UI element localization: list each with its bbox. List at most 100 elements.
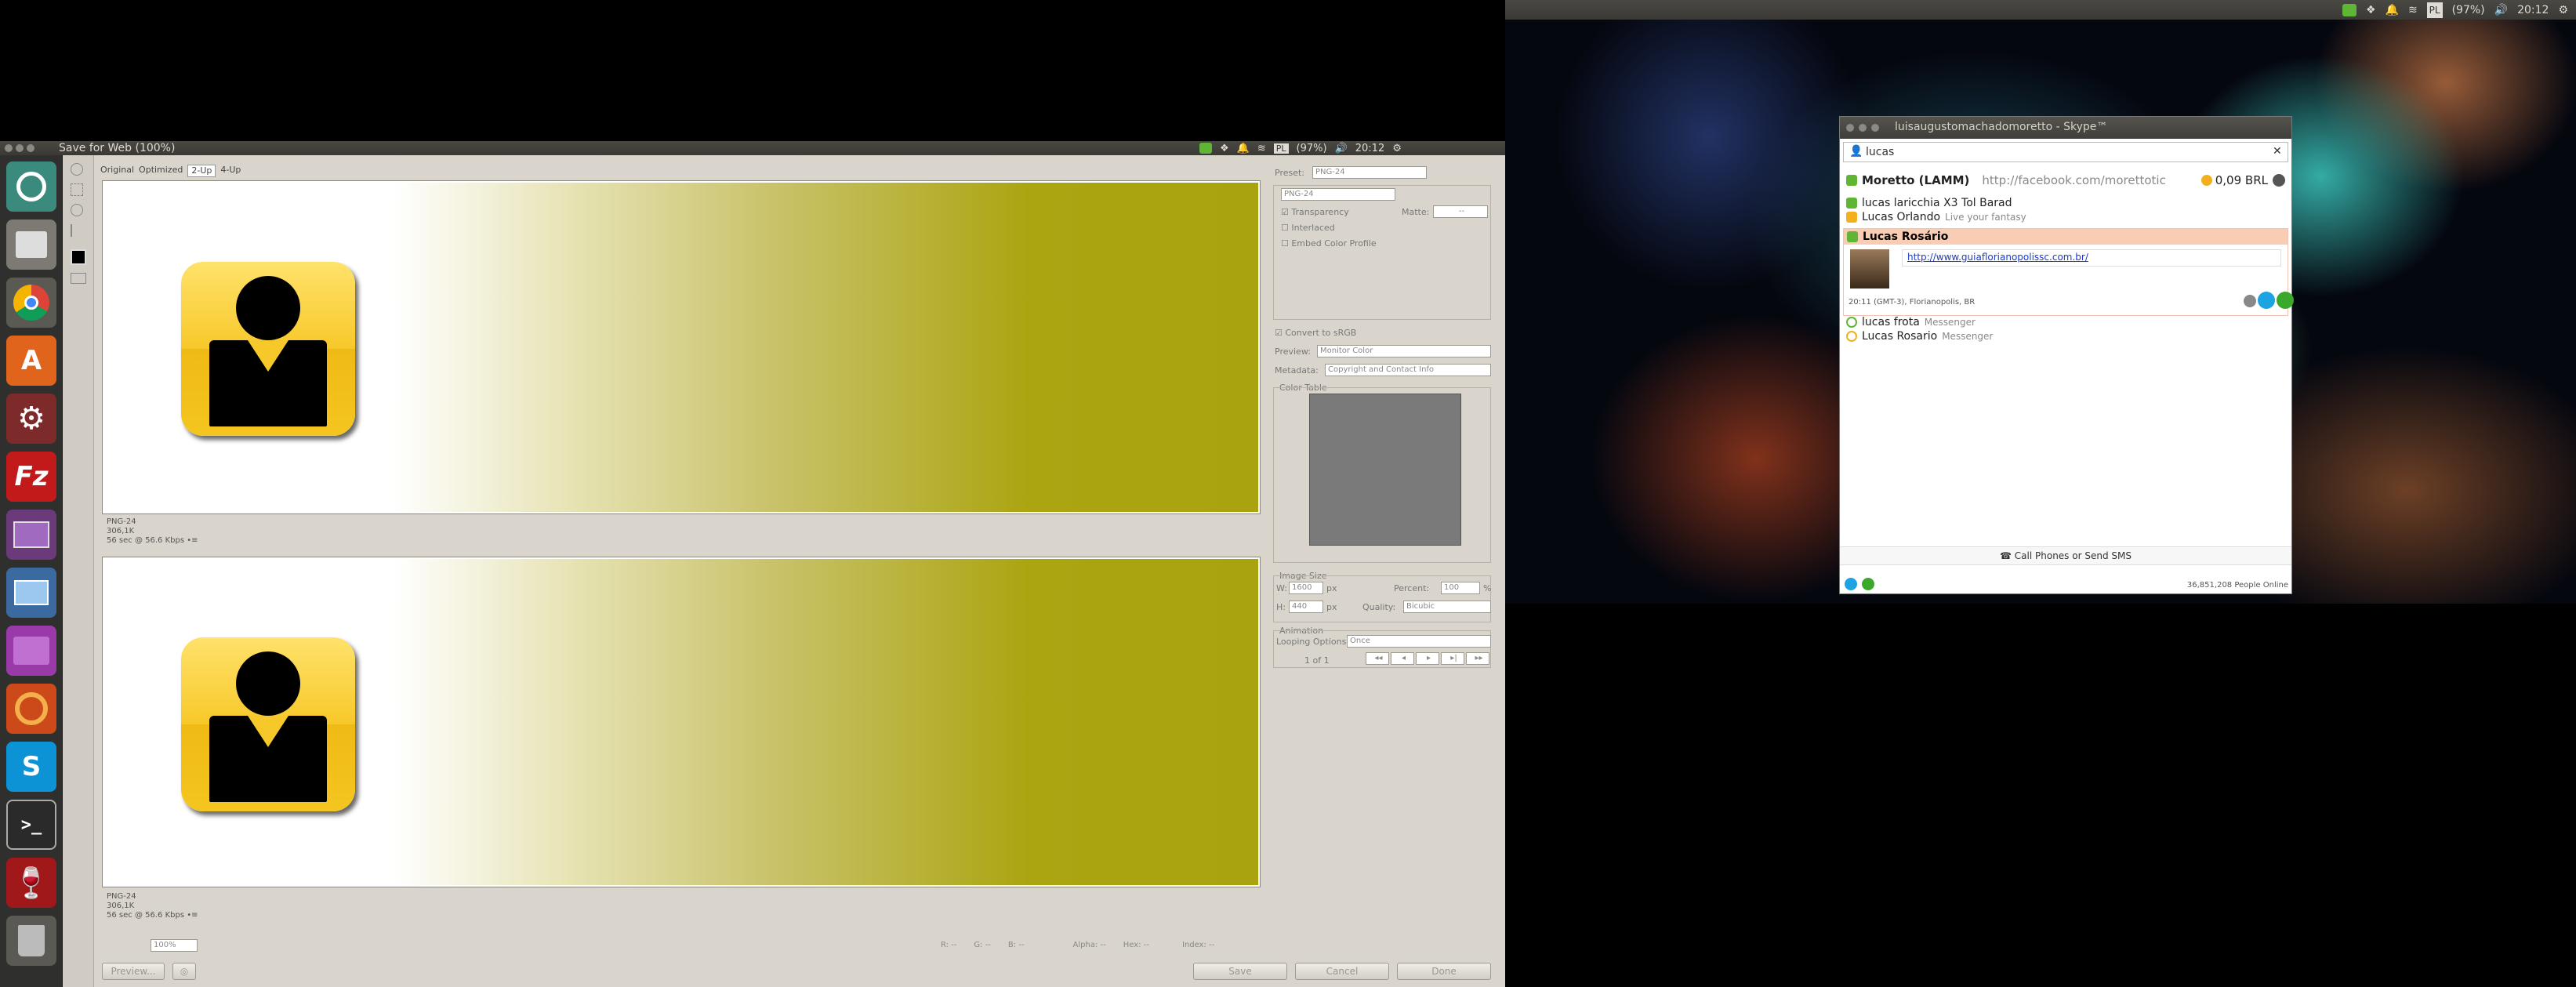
maximize-icon[interactable] — [27, 144, 34, 152]
save-button[interactable]: Save — [1193, 963, 1287, 980]
maximize-icon[interactable] — [1871, 124, 1879, 132]
tab-2up[interactable]: 2-Up — [187, 165, 216, 177]
slice-tool-icon[interactable] — [71, 183, 83, 196]
preview-optimized-pane[interactable] — [102, 557, 1261, 887]
play-icon[interactable]: ▸ — [1416, 652, 1439, 665]
window-titlebar[interactable]: Save for Web (100%) ❖ 🔔 ≋ PL (97%) 🔊 20:… — [0, 141, 1505, 155]
last-frame-icon[interactable]: ▸▸ — [1466, 652, 1489, 665]
matte-select[interactable]: -- — [1433, 205, 1488, 218]
eyedropper-color-swatch[interactable] — [71, 249, 86, 265]
metadata-select[interactable]: Copyright and Contact Info — [1325, 364, 1491, 376]
workspace-icon[interactable] — [6, 510, 56, 560]
prev-frame-icon[interactable]: ◂ — [1391, 652, 1414, 665]
wifi-icon[interactable]: ≋ — [2408, 2, 2418, 18]
looping-select[interactable]: Once — [1347, 635, 1491, 648]
percent-field[interactable]: 100 — [1441, 582, 1480, 594]
preview-button[interactable]: Preview... — [102, 963, 165, 980]
battery-indicator[interactable]: (97%) — [2452, 2, 2485, 18]
wine-icon[interactable]: 🍷 — [6, 858, 56, 908]
battery-indicator[interactable]: (97%) — [1297, 143, 1327, 154]
eyedropper-tool-icon[interactable] — [71, 224, 83, 237]
keyboard-indicator[interactable]: PL — [1273, 143, 1289, 154]
dropbox-icon[interactable]: ❖ — [2366, 2, 2376, 18]
quality-select[interactable]: Bicubic — [1403, 601, 1491, 613]
call-phones-button[interactable]: ☎ Call Phones or Send SMS — [1840, 546, 2291, 565]
wifi-icon[interactable]: ≋ — [1257, 143, 1266, 154]
clock[interactable]: 20:12 — [1355, 143, 1384, 154]
filezilla-icon[interactable]: Fz — [6, 452, 56, 502]
skype-tray-icon[interactable] — [1199, 143, 1212, 154]
preview-select[interactable]: Monitor Color — [1317, 345, 1491, 357]
trash-icon[interactable] — [6, 916, 56, 966]
color-table-swatches[interactable] — [1309, 394, 1461, 546]
hand-tool-icon[interactable] — [71, 163, 83, 176]
messenger-contact-row[interactable]: lucas frota Messenger — [1846, 316, 1976, 328]
format-select[interactable]: PNG-24 — [1281, 188, 1395, 201]
preview-original-pane[interactable] — [102, 180, 1261, 514]
gear-icon[interactable]: ⚙ — [2558, 2, 2568, 18]
close-icon[interactable] — [5, 144, 13, 152]
remote-desktop-icon[interactable] — [6, 568, 56, 618]
software-center-label: A — [20, 345, 42, 376]
ubuntu-home-icon[interactable] — [6, 161, 56, 212]
terminal-icon[interactable]: >_ — [6, 800, 56, 850]
skype-logo-icon[interactable] — [1845, 578, 1857, 590]
cancel-button[interactable]: Cancel — [1295, 963, 1389, 980]
next-frame-icon[interactable]: ▸| — [1441, 652, 1464, 665]
notification-icon[interactable]: 🔔 — [1237, 143, 1250, 154]
dropbox-icon[interactable]: ❖ — [1220, 143, 1229, 154]
close-icon[interactable] — [1846, 124, 1854, 132]
contact-search-input[interactable]: lucas — [1843, 142, 2288, 162]
screen-icon[interactable] — [6, 626, 56, 676]
first-frame-icon[interactable]: ◂◂ — [1366, 652, 1389, 665]
tab-4up[interactable]: 4-Up — [220, 165, 241, 177]
status-menu-icon[interactable] — [1862, 578, 1874, 590]
contact-row[interactable]: lucas laricchia X3 Tol Barad — [1846, 197, 2012, 209]
transparency-checkbox[interactable]: ☑ Transparency — [1281, 207, 1349, 217]
contact-link[interactable]: http://www.guiaflorianopolissc.com.br/ — [1902, 249, 2281, 267]
keyboard-indicator[interactable]: PL — [2426, 2, 2443, 18]
zoom-tool-icon[interactable] — [71, 204, 83, 216]
preview-bottom-menu-icon[interactable]: •≡ — [187, 911, 198, 920]
my-profile-row[interactable]: Moretto (LAMM) http://facebook.com/moret… — [1846, 173, 2285, 187]
clock[interactable]: 20:12 — [2517, 2, 2549, 18]
call-icon[interactable] — [2277, 292, 2294, 309]
software-center-icon[interactable]: A — [6, 336, 56, 386]
embed-profile-checkbox[interactable]: ☐ Embed Color Profile — [1281, 238, 1377, 249]
balance[interactable]: 0,09 BRL — [2215, 173, 2268, 187]
embed-profile-label: Embed Color Profile — [1291, 238, 1377, 249]
tab-original[interactable]: Original — [100, 165, 134, 177]
convert-srgb-checkbox[interactable]: ☑ Convert to sRGB — [1275, 328, 1356, 338]
selected-contact-card[interactable]: Lucas Rosário http://www.guiaflorianopol… — [1843, 228, 2294, 316]
skype-titlebar[interactable]: luisaugustomachadomoretto - Skype™ — [1840, 117, 2291, 139]
skype-launcher-icon[interactable]: S — [6, 742, 56, 792]
height-field[interactable]: 440 — [1289, 601, 1323, 613]
history-icon[interactable] — [2273, 174, 2285, 187]
zoom-field[interactable]: 100% — [151, 939, 198, 952]
tab-optimized[interactable]: Optimized — [139, 165, 183, 177]
notification-icon[interactable]: 🔔 — [2386, 2, 2399, 18]
chrome-icon[interactable] — [6, 278, 56, 328]
system-settings-icon[interactable]: ⚙ — [6, 394, 56, 444]
skype-tray-icon[interactable] — [2342, 3, 2356, 16]
volume-icon[interactable]: 🔊 — [1335, 143, 1348, 154]
add-icon[interactable] — [2244, 295, 2256, 307]
contact-row[interactable]: Lucas Orlando Live your fantasy — [1846, 211, 2026, 223]
preview-label: Preview: — [1275, 347, 1311, 357]
gear-icon[interactable]: ⚙ — [1392, 143, 1402, 154]
width-field[interactable]: 1600 — [1289, 582, 1323, 594]
done-button[interactable]: Done — [1397, 963, 1491, 980]
messenger-contact-row[interactable]: Lucas Rosario Messenger — [1846, 330, 1993, 343]
game-icon[interactable] — [6, 684, 56, 734]
clear-search-icon[interactable]: ✕ — [2273, 145, 2282, 158]
toggle-slices-icon[interactable] — [71, 273, 86, 284]
preview-top-menu-icon[interactable]: •≡ — [187, 536, 198, 545]
files-icon[interactable] — [6, 220, 56, 270]
interlaced-checkbox[interactable]: ☐ Interlaced — [1281, 223, 1335, 233]
chat-icon[interactable] — [2258, 292, 2275, 309]
preset-select[interactable]: PNG-24 — [1312, 166, 1427, 179]
volume-icon[interactable]: 🔊 — [2494, 2, 2508, 18]
minimize-icon[interactable] — [16, 144, 24, 152]
browser-icon[interactable]: ◎ — [172, 963, 196, 980]
minimize-icon[interactable] — [1859, 124, 1867, 132]
